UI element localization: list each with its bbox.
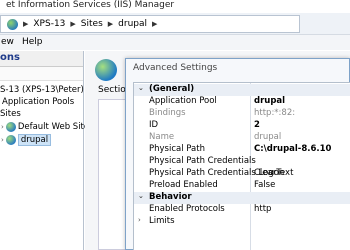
property-label: Physical Path	[149, 144, 205, 154]
property-value[interactable]: drupal	[254, 132, 281, 142]
menu-help[interactable]: Help	[22, 37, 43, 47]
property-label: Bindings	[149, 108, 186, 118]
address-bar[interactable]: ▶ XPS-13 ▶ Sites ▶ drupal ▶	[0, 15, 300, 33]
tree-item-label-selected: drupal	[17, 134, 52, 146]
property-row-physical-path[interactable]: Physical Path C:\drupal-8.6.10	[134, 144, 350, 156]
property-row-bindings[interactable]: Bindings http:*:82:	[134, 108, 350, 120]
property-row-id[interactable]: ID 2	[134, 120, 350, 132]
property-value[interactable]: C:\drupal-8.6.10	[254, 144, 331, 154]
property-value[interactable]: 2	[254, 120, 260, 130]
property-label: Preload Enabled	[149, 180, 218, 190]
dialog-title: Advanced Settings	[133, 63, 218, 73]
connections-header: ons	[0, 51, 83, 67]
advanced-settings-dialog: Advanced Settings ⌄ (General) Applicatio…	[125, 58, 350, 250]
breadcrumb-xps13[interactable]: XPS-13	[33, 19, 65, 29]
property-row-credentials-logon[interactable]: Physical Path Credentials Logon ClearTex…	[134, 168, 350, 180]
property-label: Name	[149, 132, 175, 142]
connections-toolbar	[0, 67, 83, 81]
tree-item-sites[interactable]: Sites	[0, 109, 21, 119]
connections-title: ons	[0, 52, 20, 63]
property-row-application-pool[interactable]: Application Pool drupal	[134, 96, 350, 108]
window-title: et Information Services (IIS) Manager	[6, 0, 175, 10]
chevron-right-icon[interactable]: ▶	[23, 20, 28, 28]
expand-icon[interactable]: ›	[138, 216, 141, 224]
property-label: Enabled Protocols	[149, 204, 225, 214]
tree-item-drupal[interactable]: › drupal	[1, 134, 52, 146]
property-value[interactable]: ClearText	[254, 168, 293, 178]
property-value[interactable]: False	[254, 180, 275, 190]
category-general[interactable]: ⌄ (General)	[134, 84, 350, 96]
tree-item-label: Application Pools	[2, 97, 75, 107]
property-value[interactable]: http	[254, 204, 271, 214]
breadcrumb-drupal[interactable]: drupal	[118, 19, 147, 29]
tree-item-label: Default Web Site	[17, 122, 90, 132]
collapse-icon[interactable]: ⌄	[138, 192, 144, 200]
site-globe-icon	[95, 59, 117, 81]
property-row-name[interactable]: Name drupal	[134, 132, 350, 144]
globe-icon	[5, 135, 16, 145]
property-row-preload-enabled[interactable]: Preload Enabled False	[134, 180, 350, 192]
category-label: (General)	[149, 84, 195, 94]
address-bar-area: ▶ XPS-13 ▶ Sites ▶ drupal ▶	[0, 13, 350, 35]
chevron-right-icon[interactable]: ▶	[70, 20, 75, 28]
expand-icon[interactable]: ›	[1, 123, 4, 131]
collapse-icon[interactable]: ⌄	[138, 84, 144, 92]
tree-item-label: S-13 (XPS-13\Peter)	[0, 85, 84, 95]
category-behavior[interactable]: ⌄ Behavior	[134, 192, 350, 204]
menu-view[interactable]: ew	[1, 37, 14, 47]
property-label: Physical Path Credentials	[149, 156, 256, 166]
expand-icon[interactable]: ›	[1, 136, 4, 144]
tree-item-app-pools[interactable]: Application Pools	[2, 97, 74, 107]
property-label: Limits	[149, 216, 175, 226]
tree-item-label: Sites	[0, 109, 21, 119]
property-label: Application Pool	[149, 96, 217, 106]
breadcrumb-sites[interactable]: Sites	[81, 19, 103, 29]
property-row-enabled-protocols[interactable]: Enabled Protocols http	[134, 204, 350, 216]
chevron-right-icon[interactable]: ▶	[108, 20, 113, 28]
tree-item-default-web-site[interactable]: › Default Web Site	[1, 122, 89, 132]
category-label: Behavior	[149, 192, 192, 202]
property-value[interactable]: drupal	[254, 96, 285, 106]
connections-pane: ons S-13 (XPS-13\Peter) Application Pool…	[0, 51, 89, 250]
chevron-right-icon[interactable]: ▶	[152, 20, 157, 28]
globe-icon	[5, 122, 16, 132]
globe-icon	[7, 18, 18, 30]
property-row-limits[interactable]: › Limits	[134, 216, 350, 228]
property-row-physical-path-credentials[interactable]: Physical Path Credentials	[134, 156, 350, 168]
property-label: ID	[149, 120, 159, 130]
property-grid[interactable]: ⌄ (General) Application Pool drupal Bind…	[133, 82, 350, 250]
tree-item-server[interactable]: S-13 (XPS-13\Peter)	[0, 85, 84, 95]
property-value[interactable]: http:*:82:	[254, 108, 295, 118]
menu-bar: ew Help	[0, 35, 350, 50]
title-bar: et Information Services (IIS) Manager	[0, 0, 350, 13]
